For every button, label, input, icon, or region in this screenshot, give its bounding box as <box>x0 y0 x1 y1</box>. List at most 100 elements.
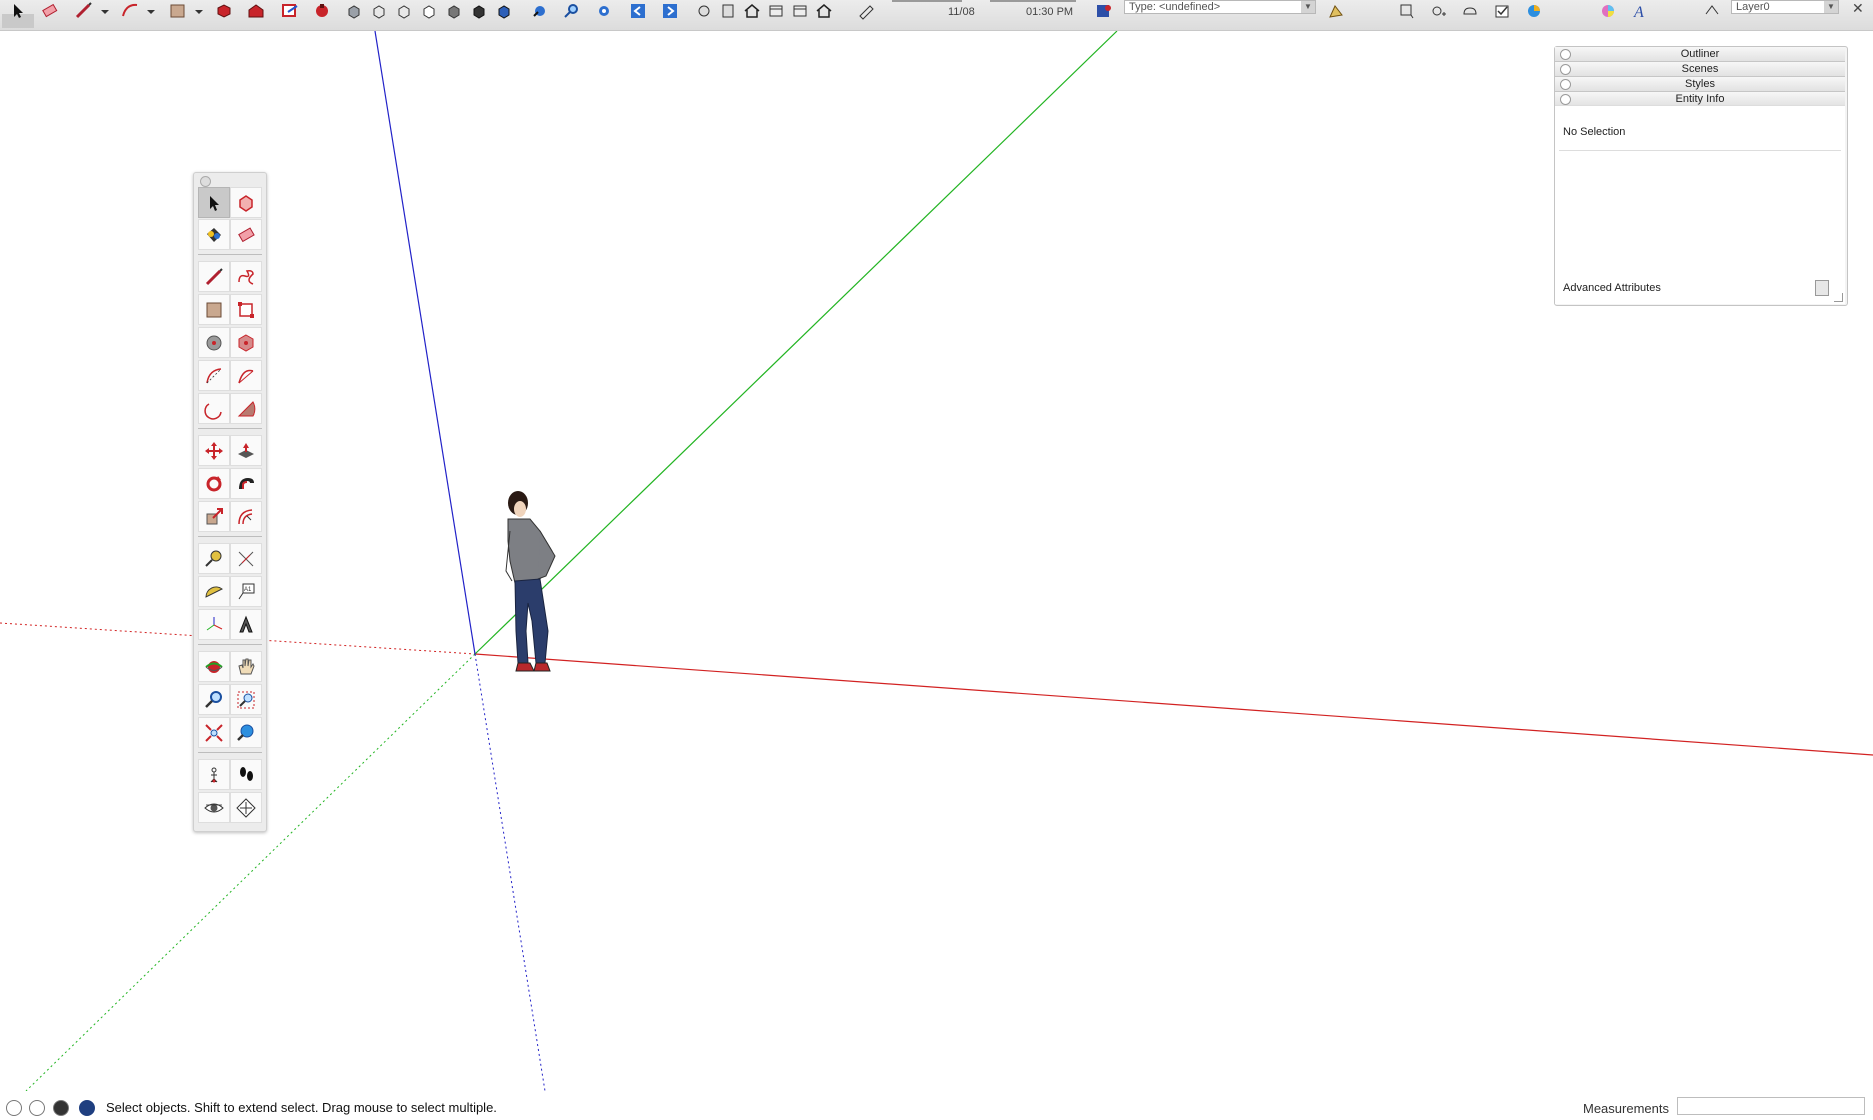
entity-info-icon[interactable] <box>1094 2 1114 20</box>
zoom-tool[interactable] <box>198 684 230 715</box>
type-select[interactable]: Type: <undefined> ▼ <box>1124 0 1316 14</box>
tape-measure-tool[interactable] <box>198 543 230 574</box>
next-view-icon[interactable] <box>660 2 680 20</box>
resize-grip-icon[interactable] <box>1834 293 1843 302</box>
bottom-view-icon[interactable] <box>494 2 514 20</box>
polygon-tool[interactable] <box>230 327 262 358</box>
walk-tool[interactable] <box>230 759 262 790</box>
select-tool[interactable] <box>198 187 230 218</box>
freehand-tool[interactable] <box>230 261 262 292</box>
previous-view-tool[interactable] <box>230 717 262 748</box>
tray-panel-outliner[interactable]: Outliner <box>1555 47 1845 62</box>
rotated-rectangle-tool[interactable] <box>230 294 262 325</box>
panel-toggle-icon[interactable] <box>1560 94 1571 105</box>
checklist-icon[interactable] <box>1492 2 1512 20</box>
chevron-down-icon[interactable] <box>190 2 210 20</box>
x-ray-icon[interactable] <box>766 2 786 20</box>
protractor-tool[interactable] <box>198 576 230 607</box>
3d-text-icon[interactable] <box>1396 2 1416 20</box>
position-camera-tool[interactable] <box>198 759 230 790</box>
zoom-icon[interactable] <box>562 2 582 20</box>
three-point-arc-tool[interactable] <box>198 393 230 424</box>
model-info-icon[interactable] <box>718 2 738 20</box>
panel-toggle-icon[interactable] <box>1560 79 1571 90</box>
zoom-extents-tool[interactable] <box>198 717 230 748</box>
offset-tool[interactable] <box>230 501 262 532</box>
eraser-tool[interactable] <box>230 219 262 250</box>
zoom-extents-icon[interactable] <box>594 2 614 20</box>
follow-me-tool[interactable] <box>230 468 262 499</box>
expand-advanced-icon[interactable] <box>1815 280 1829 296</box>
pan-tool[interactable] <box>230 651 262 682</box>
scale-tool[interactable] <box>198 501 230 532</box>
eraser-icon[interactable] <box>40 2 60 20</box>
previous-view-icon[interactable] <box>628 2 648 20</box>
home-icon[interactable] <box>742 2 762 20</box>
time-slider[interactable] <box>990 0 1076 2</box>
move-tool[interactable] <box>198 435 230 466</box>
zoom-window-tool[interactable] <box>230 684 262 715</box>
extension-warehouse-icon[interactable] <box>312 2 332 20</box>
layer-select[interactable]: Layer0 ▼ <box>1731 0 1839 14</box>
pie-tool[interactable] <box>230 393 262 424</box>
back-view-icon[interactable] <box>444 2 464 20</box>
panel-toggle-icon[interactable] <box>1560 49 1571 60</box>
right-view-icon[interactable] <box>419 2 439 20</box>
user-account-icon[interactable] <box>53 1100 69 1116</box>
close-icon[interactable]: ✕ <box>1852 0 1864 17</box>
make-component-tool[interactable] <box>230 187 262 218</box>
arc-icon[interactable] <box>120 2 140 20</box>
front-view-icon[interactable] <box>394 2 414 20</box>
circle-tool[interactable] <box>198 327 230 358</box>
axes-tool[interactable] <box>198 609 230 640</box>
protractor-icon <box>205 586 223 598</box>
style-a-icon[interactable]: A <box>1630 2 1650 20</box>
chevron-down-icon[interactable] <box>96 2 116 20</box>
back-edges-icon[interactable] <box>790 2 810 20</box>
line-tool[interactable] <box>198 261 230 292</box>
measurements-input[interactable] <box>1677 1097 1865 1115</box>
orbit-icon[interactable] <box>530 2 550 20</box>
palette-close-icon[interactable] <box>200 176 211 187</box>
left-view-icon[interactable] <box>469 2 489 20</box>
section-plane-tool[interactable] <box>230 792 262 823</box>
warehouse-icon[interactable] <box>246 2 266 20</box>
components-icon[interactable] <box>214 2 234 20</box>
rotate-tool[interactable] <box>198 468 230 499</box>
geo-location-icon[interactable] <box>6 1100 22 1116</box>
top-view-icon[interactable] <box>369 2 389 20</box>
arc-tool[interactable] <box>198 360 230 391</box>
shadows-icon[interactable] <box>814 2 834 20</box>
section-plane-icon[interactable] <box>694 2 714 20</box>
paint-bucket-tool[interactable] <box>198 219 230 250</box>
layer-manager-icon[interactable] <box>1702 2 1722 20</box>
3d-text-tool[interactable] <box>230 609 262 640</box>
date-slider[interactable] <box>892 0 962 2</box>
style-color-wheel-icon[interactable] <box>1598 2 1618 20</box>
pencil-line-icon[interactable] <box>74 2 94 20</box>
orbit-tool[interactable] <box>198 651 230 682</box>
help-icon[interactable] <box>79 1100 95 1116</box>
panel-toggle-icon[interactable] <box>1560 64 1571 75</box>
two-point-arc-tool[interactable] <box>230 360 262 391</box>
chevron-down-icon[interactable] <box>142 2 162 20</box>
push-pull-tool[interactable] <box>230 435 262 466</box>
credits-icon[interactable] <box>29 1100 45 1116</box>
iso-view-icon[interactable] <box>344 2 364 20</box>
add-tag-icon[interactable] <box>1428 2 1448 20</box>
color-picker-icon[interactable] <box>1524 2 1544 20</box>
fog-icon[interactable] <box>856 2 876 20</box>
rectangle-tool[interactable] <box>198 294 230 325</box>
cloud-icon[interactable] <box>1460 2 1480 20</box>
look-around-tool[interactable] <box>198 792 230 823</box>
layer-select-value: Layer0 <box>1736 1 1770 13</box>
text-tool[interactable]: A1 <box>230 576 262 607</box>
tray-panel-scenes[interactable]: Scenes <box>1555 62 1845 77</box>
select-arrow-icon[interactable] <box>8 2 28 20</box>
chevron-down-icon: ▼ <box>1824 1 1838 13</box>
add-location-icon[interactable] <box>1326 2 1346 20</box>
dimension-tool[interactable] <box>230 543 262 574</box>
send-to-layout-icon[interactable] <box>280 2 300 20</box>
tray-panel-styles[interactable]: Styles <box>1555 77 1845 92</box>
rectangle-icon[interactable] <box>168 2 188 20</box>
